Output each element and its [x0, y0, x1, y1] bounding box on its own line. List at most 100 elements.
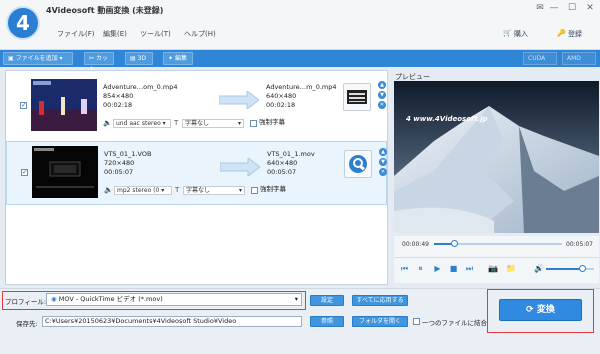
subtitle-value: 字幕なし	[185, 120, 210, 127]
audio-track-value: und aac stereo	[116, 120, 161, 127]
title-bar: 4 4Videosoft 動画変換 (未登録) ファイル(F) 編集(E) ツー…	[0, 0, 600, 50]
convert-arrow-icon	[219, 91, 259, 109]
effects-icon: ✦	[168, 55, 175, 62]
previous-icon[interactable]: ⏮	[400, 264, 409, 273]
save-path-input[interactable]: C:¥Users¥20150623¥Documents¥4Videosoft S…	[42, 316, 302, 327]
menu-file[interactable]: ファイル(F)	[57, 29, 95, 39]
convert-button[interactable]: ⟳ 変換	[499, 299, 582, 321]
move-down-icon[interactable]: ▼	[378, 91, 386, 99]
speaker-icon: 🔈	[104, 186, 113, 194]
current-time: 00:00:49	[402, 241, 429, 248]
row-side-controls: ▲ ▼ ✕	[379, 148, 387, 198]
edit-button[interactable]: ✦ 編集	[163, 52, 193, 65]
merge-checkbox[interactable]	[413, 318, 420, 325]
subtitle-select[interactable]: 字幕なし ▾	[183, 186, 245, 195]
edit-label: 編集	[174, 55, 187, 62]
menu-help[interactable]: ヘルプ(H)	[184, 29, 216, 39]
minimize-icon[interactable]: —	[548, 3, 560, 13]
control-divider	[394, 257, 599, 258]
source-filename: Adventure…om_0.mp4	[103, 83, 178, 91]
move-down-icon[interactable]: ▼	[379, 158, 387, 166]
file-checkbox[interactable]	[20, 101, 27, 109]
convert-label: 変換	[536, 305, 555, 315]
cart-icon[interactable]: 🛒	[503, 29, 512, 37]
volume-fill	[546, 268, 582, 270]
toolbar: ▣ ファイルを追加 ▾ ✂ カット ▤ 3D ✦ 編集 CUDA AMD	[0, 50, 600, 73]
stop-icon[interactable]: ■	[449, 264, 458, 273]
video-thumbnail	[32, 146, 98, 198]
add-file-label: ファイルを追加	[15, 55, 58, 62]
force-subtitle-label: 強制字幕	[259, 118, 285, 126]
next-icon[interactable]: ⏭	[465, 264, 474, 273]
audio-track-select[interactable]: und aac stereo ▾	[113, 119, 171, 128]
move-up-icon[interactable]: ▲	[379, 148, 387, 156]
browse-button[interactable]: 参照	[310, 316, 344, 327]
seek-bar[interactable]	[434, 240, 562, 247]
output-format-button[interactable]	[343, 83, 371, 111]
apply-all-button[interactable]: すべてに応用する	[352, 295, 408, 306]
add-file-button[interactable]: ▣ ファイルを追加 ▾	[3, 52, 73, 65]
volume-slider[interactable]	[546, 265, 594, 272]
subtitle-icon: T	[174, 119, 179, 127]
remove-icon[interactable]: ✕	[378, 101, 386, 109]
remove-icon[interactable]: ✕	[379, 168, 387, 176]
3d-button[interactable]: ▤ 3D	[125, 52, 153, 65]
audio-track-select[interactable]: mp2 stereo (0 ▾	[114, 186, 172, 195]
move-up-icon[interactable]: ▲	[378, 81, 386, 89]
source-resolution: 854×480	[103, 92, 134, 100]
subtitle-select[interactable]: 字幕なし ▾	[182, 119, 244, 128]
subtitle-icon: T	[175, 186, 180, 194]
file-row[interactable]: Adventure…om_0.mp4 854×480 00:02:18 Adve…	[6, 75, 387, 139]
file-checkbox[interactable]	[21, 168, 28, 176]
close-icon[interactable]: ✕	[584, 3, 596, 13]
output-duration: 00:02:18	[266, 101, 296, 109]
cut-button[interactable]: ✂ カット	[84, 52, 114, 73]
volume-icon[interactable]: 🔊	[534, 264, 544, 273]
add-file-icon: ▣	[8, 55, 16, 62]
watermark-text: 4 www.4Videosoft.jp	[406, 115, 488, 123]
output-duration: 00:05:07	[267, 168, 297, 176]
menu-edit[interactable]: 編集(E)	[103, 29, 127, 39]
force-subtitle-checkbox[interactable]	[251, 187, 258, 194]
settings-button[interactable]: 設定	[310, 295, 344, 306]
film-icon	[347, 90, 367, 104]
output-resolution: 640×480	[267, 159, 298, 167]
output-filename: VTS_01_1.mov	[267, 150, 315, 158]
seek-thumb[interactable]	[451, 240, 459, 247]
merge-label: 一つのファイルに結合	[422, 319, 487, 327]
maximize-icon[interactable]: ☐	[566, 3, 578, 13]
menu-tools[interactable]: ツール(T)	[140, 29, 171, 39]
play-icon[interactable]: ▶	[433, 264, 442, 273]
file-list: Adventure…om_0.mp4 854×480 00:02:18 Adve…	[5, 70, 388, 285]
preview-frame	[394, 81, 599, 233]
convert-arrow-icon	[220, 158, 260, 176]
amd-button[interactable]: AMD	[562, 52, 596, 65]
total-time: 00:05:07	[566, 241, 593, 248]
snapshot-icon[interactable]: 📷	[488, 264, 498, 273]
3d-label: 3D	[137, 55, 147, 62]
quicktime-icon	[349, 155, 367, 173]
buy-link[interactable]: 購入	[514, 29, 528, 39]
profile-label: プロフィール:	[5, 298, 47, 306]
audio-track-value: mp2 stereo (0	[117, 187, 160, 194]
folder-icon[interactable]: 📁	[506, 264, 516, 273]
output-format-button[interactable]	[344, 150, 372, 178]
cuda-button[interactable]: CUDA	[523, 52, 557, 65]
volume-thumb[interactable]	[579, 265, 586, 272]
scissors-icon: ✂	[89, 55, 96, 62]
subtitle-value: 字幕なし	[186, 187, 211, 194]
row-side-controls: ▲ ▼ ✕	[378, 81, 386, 131]
source-resolution: 720×480	[104, 159, 135, 167]
window-title: 4Videosoft 動画変換 (未登録)	[46, 6, 164, 15]
file-row[interactable]: VTS_01_1.VOB 720×480 00:05:07 VTS_01_1.m…	[6, 141, 387, 205]
open-folder-button[interactable]: フォルダを開く	[352, 316, 408, 327]
preview-player[interactable]: 4 www.4Videosoft.jp	[394, 81, 599, 233]
key-icon[interactable]: 🔑	[557, 29, 566, 37]
player-controls: 00:00:49 00:05:07 ⏮ ⏸ ▶ ■ ⏭ 📷 📁 🔊	[394, 236, 599, 283]
profile-select[interactable]: ◉ MOV - QuickTime ビデオ (*.mov) ▾	[46, 293, 302, 306]
force-subtitle-checkbox[interactable]	[250, 120, 257, 127]
pause-icon[interactable]: ⏸	[416, 264, 425, 273]
register-link[interactable]: 登録	[568, 29, 582, 39]
feedback-icon[interactable]: ✉	[534, 3, 546, 13]
source-filename: VTS_01_1.VOB	[104, 150, 152, 158]
